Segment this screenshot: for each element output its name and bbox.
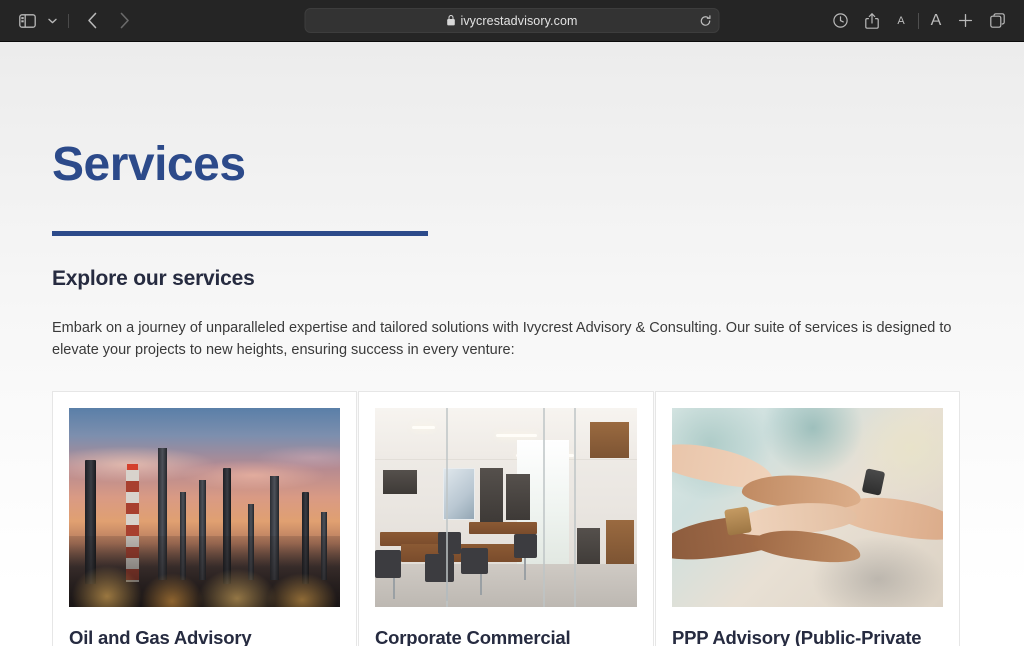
address-bar-container: ivycrestadvisory.com bbox=[304, 8, 720, 33]
lock-icon bbox=[446, 15, 455, 26]
service-card[interactable]: Corporate Commercial In the dynamic worl… bbox=[358, 391, 654, 646]
toolbar-divider bbox=[68, 13, 69, 28]
font-size-divider bbox=[918, 12, 919, 29]
card-image bbox=[672, 408, 943, 608]
chevron-down-icon[interactable] bbox=[44, 8, 60, 34]
browser-toolbar: ivycrestadvisory.com A A bbox=[0, 0, 1024, 42]
toolbar-right-group: A A bbox=[825, 8, 1012, 34]
stacked-hands-illustration bbox=[672, 408, 943, 608]
share-icon[interactable] bbox=[857, 8, 887, 34]
title-underline-rule bbox=[52, 231, 428, 237]
intro-paragraph: Embark on a journey of unparalleled expe… bbox=[52, 320, 952, 359]
forward-arrow-icon[interactable] bbox=[109, 8, 139, 34]
service-cards-row: Oil and Gas Advisory Navigating the intr… bbox=[52, 391, 972, 646]
reload-icon[interactable] bbox=[700, 14, 712, 27]
address-bar[interactable]: ivycrestadvisory.com bbox=[304, 8, 720, 33]
history-clock-icon[interactable] bbox=[825, 8, 855, 34]
font-decrease-label[interactable]: A bbox=[889, 8, 913, 34]
oil-refinery-illustration bbox=[69, 408, 340, 608]
service-card[interactable]: Oil and Gas Advisory Navigating the intr… bbox=[52, 391, 357, 646]
page-content: Services Explore our services Embark on … bbox=[0, 42, 1024, 646]
card-image bbox=[69, 408, 340, 608]
card-image bbox=[375, 408, 637, 608]
page-title: Services bbox=[52, 138, 246, 191]
card-title: Corporate Commercial bbox=[375, 627, 571, 646]
service-card[interactable]: PPP Advisory (Public-Private Partnership… bbox=[655, 391, 960, 646]
section-heading: Explore our services bbox=[52, 267, 255, 291]
card-title: PPP Advisory (Public-Private Partnership… bbox=[672, 627, 922, 646]
page-viewport: Services Explore our services Embark on … bbox=[0, 42, 1024, 646]
card-title: Oil and Gas Advisory bbox=[69, 627, 252, 646]
conference-room-illustration bbox=[375, 408, 637, 608]
sidebar-toggle-icon[interactable] bbox=[12, 8, 42, 34]
url-text: ivycrestadvisory.com bbox=[460, 13, 578, 28]
font-increase-label[interactable]: A bbox=[924, 8, 948, 34]
toolbar-left-group bbox=[12, 8, 139, 34]
new-tab-plus-icon[interactable] bbox=[950, 8, 980, 34]
tab-overview-icon[interactable] bbox=[982, 8, 1012, 34]
back-arrow-icon[interactable] bbox=[77, 8, 107, 34]
